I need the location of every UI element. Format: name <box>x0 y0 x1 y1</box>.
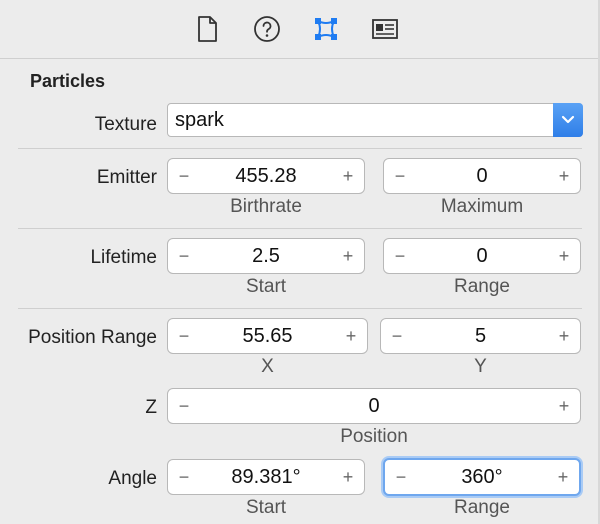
increment-button[interactable]: + <box>336 159 360 193</box>
position-z-label: Z <box>145 397 157 418</box>
inspector-toolbar <box>0 0 600 59</box>
increment-button[interactable]: + <box>339 319 363 353</box>
decrement-button[interactable]: − <box>172 239 196 273</box>
birthrate-label: Birthrate <box>230 196 302 217</box>
angle-start-value[interactable]: 89.381° <box>196 460 336 494</box>
position-z-value[interactable]: 0 <box>196 389 552 423</box>
maximum-label: Maximum <box>440 196 524 217</box>
lifetime-range-label: Range <box>454 276 510 297</box>
position-y-label: Y <box>474 356 487 377</box>
increment-button[interactable]: + <box>552 389 576 423</box>
size-inspector-icon[interactable] <box>370 14 400 44</box>
texture-combobox[interactable]: spark <box>167 103 583 137</box>
position-z-stepper[interactable]: − 0 + <box>167 388 581 424</box>
increment-button[interactable]: + <box>552 319 576 353</box>
position-y-value[interactable]: 5 <box>409 319 552 353</box>
chevron-down-icon[interactable] <box>553 103 583 137</box>
increment-button[interactable]: + <box>552 159 576 193</box>
divider <box>18 308 582 309</box>
birthrate-stepper[interactable]: − 455.28 + <box>167 158 365 194</box>
increment-button[interactable]: + <box>336 460 360 494</box>
divider <box>18 228 582 229</box>
angle-start-label: Start <box>245 497 287 518</box>
emitter-label: Emitter <box>96 167 157 188</box>
maximum-stepper[interactable]: − 0 + <box>383 158 581 194</box>
lifetime-start-value[interactable]: 2.5 <box>196 239 336 273</box>
decrement-button[interactable]: − <box>385 319 409 353</box>
lifetime-label: Lifetime <box>90 247 157 268</box>
angle-range-stepper[interactable]: − 360° + <box>383 458 581 496</box>
decrement-button[interactable]: − <box>172 460 196 494</box>
angle-range-label: Range <box>454 497 510 518</box>
angle-start-stepper[interactable]: − 89.381° + <box>167 459 365 495</box>
texture-label: Texture <box>94 114 157 135</box>
position-x-value[interactable]: 55.65 <box>196 319 339 353</box>
decrement-button[interactable]: − <box>388 159 412 193</box>
birthrate-value[interactable]: 455.28 <box>196 159 336 193</box>
section-title: Particles <box>30 71 106 91</box>
lifetime-start-stepper[interactable]: − 2.5 + <box>167 238 365 274</box>
file-icon[interactable] <box>192 14 222 44</box>
increment-button[interactable]: + <box>552 239 576 273</box>
maximum-value[interactable]: 0 <box>412 159 552 193</box>
help-icon[interactable] <box>252 14 282 44</box>
position-x-label: X <box>261 356 274 377</box>
lifetime-start-label: Start <box>245 276 287 297</box>
position-y-stepper[interactable]: − 5 + <box>380 318 581 354</box>
attributes-inspector-icon[interactable] <box>311 14 341 44</box>
lifetime-range-value[interactable]: 0 <box>412 239 552 273</box>
decrement-button[interactable]: − <box>172 159 196 193</box>
angle-range-value[interactable]: 360° <box>413 460 551 494</box>
decrement-button[interactable]: − <box>172 319 196 353</box>
decrement-button[interactable]: − <box>172 389 196 423</box>
increment-button[interactable]: + <box>336 239 360 273</box>
increment-button[interactable]: + <box>551 460 575 494</box>
divider <box>18 148 582 149</box>
decrement-button[interactable]: − <box>388 239 412 273</box>
texture-value[interactable]: spark <box>175 104 224 136</box>
position-z-caption: Position <box>340 426 408 447</box>
decrement-button[interactable]: − <box>389 460 413 494</box>
position-range-label: Position Range <box>28 327 157 348</box>
position-x-stepper[interactable]: − 55.65 + <box>167 318 368 354</box>
angle-label: Angle <box>108 468 157 489</box>
lifetime-range-stepper[interactable]: − 0 + <box>383 238 581 274</box>
